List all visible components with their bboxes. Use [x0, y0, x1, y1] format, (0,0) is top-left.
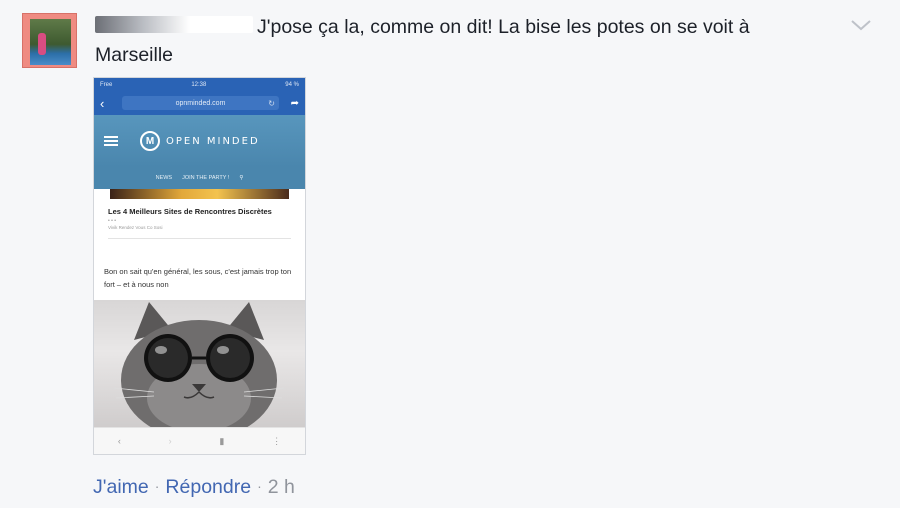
avatar-photo	[30, 19, 71, 65]
browser-url-bar: ‹ opnminded.com ↻ ➦	[94, 91, 305, 115]
article-title: Les 4 Meilleurs Sites de Rencontres Disc…	[108, 207, 272, 216]
browser-forward-arrow-icon: ›	[168, 436, 172, 446]
reload-icon: ↻	[268, 98, 275, 108]
share-icon: ➦	[290, 97, 299, 109]
article-body: Bon on sait qu'en général, les sous, c'e…	[104, 267, 292, 289]
browser-back-icon: ‹	[100, 95, 105, 111]
article-photo-strip	[110, 189, 289, 199]
url-text: opnminded.com	[175, 99, 226, 107]
article-meta: Vivik Rendez Vous Co Sosi	[108, 225, 163, 230]
article-dots: • • •	[108, 218, 117, 224]
article-divider	[108, 238, 291, 239]
comment-options-chevron-down-icon[interactable]	[848, 14, 874, 36]
browser-url-field: opnminded.com ↻	[122, 96, 279, 110]
site-logo-text: OPEN MINDED	[166, 135, 260, 147]
site-nav: NEWS JOIN THE PARTY ! ⚲	[94, 167, 305, 189]
more-options-icon: ⋮	[272, 435, 282, 446]
phone-status-bar: Free 12:38 94 %	[94, 78, 305, 91]
action-separator: ·	[257, 478, 262, 494]
clock-label: 12:38	[191, 81, 207, 88]
comment-avatar[interactable]	[22, 13, 77, 68]
action-separator: ·	[154, 478, 160, 494]
carrier-label: Free	[100, 81, 113, 88]
author-name-redacted[interactable]	[95, 16, 253, 33]
comment-timestamp[interactable]: 2 h	[268, 476, 295, 498]
comment-actions: J'aime · Répondre · 2 h	[93, 476, 295, 499]
hamburger-menu-icon	[104, 136, 118, 146]
bookmark-icon: ▮	[219, 435, 225, 446]
browser-back-arrow-icon: ‹	[117, 436, 121, 446]
nav-search-icon: ⚲	[239, 175, 244, 181]
site-header: M OPEN MINDED	[94, 115, 305, 167]
nav-item-join: JOIN THE PARTY !	[182, 175, 230, 181]
like-button[interactable]: J'aime	[93, 476, 149, 498]
attachment-screenshot[interactable]: Free 12:38 94 % ‹ opnminded.com ↻ ➦ M OP…	[93, 77, 306, 455]
battery-label: 94 %	[285, 81, 299, 88]
cat-with-sunglasses-image	[94, 300, 305, 428]
site-logo-icon: M	[140, 131, 160, 151]
reply-button[interactable]: Répondre	[165, 476, 251, 498]
browser-bottom-bar: ‹ › ▮ ⋮	[94, 427, 305, 454]
nav-item-news: NEWS	[155, 175, 173, 181]
